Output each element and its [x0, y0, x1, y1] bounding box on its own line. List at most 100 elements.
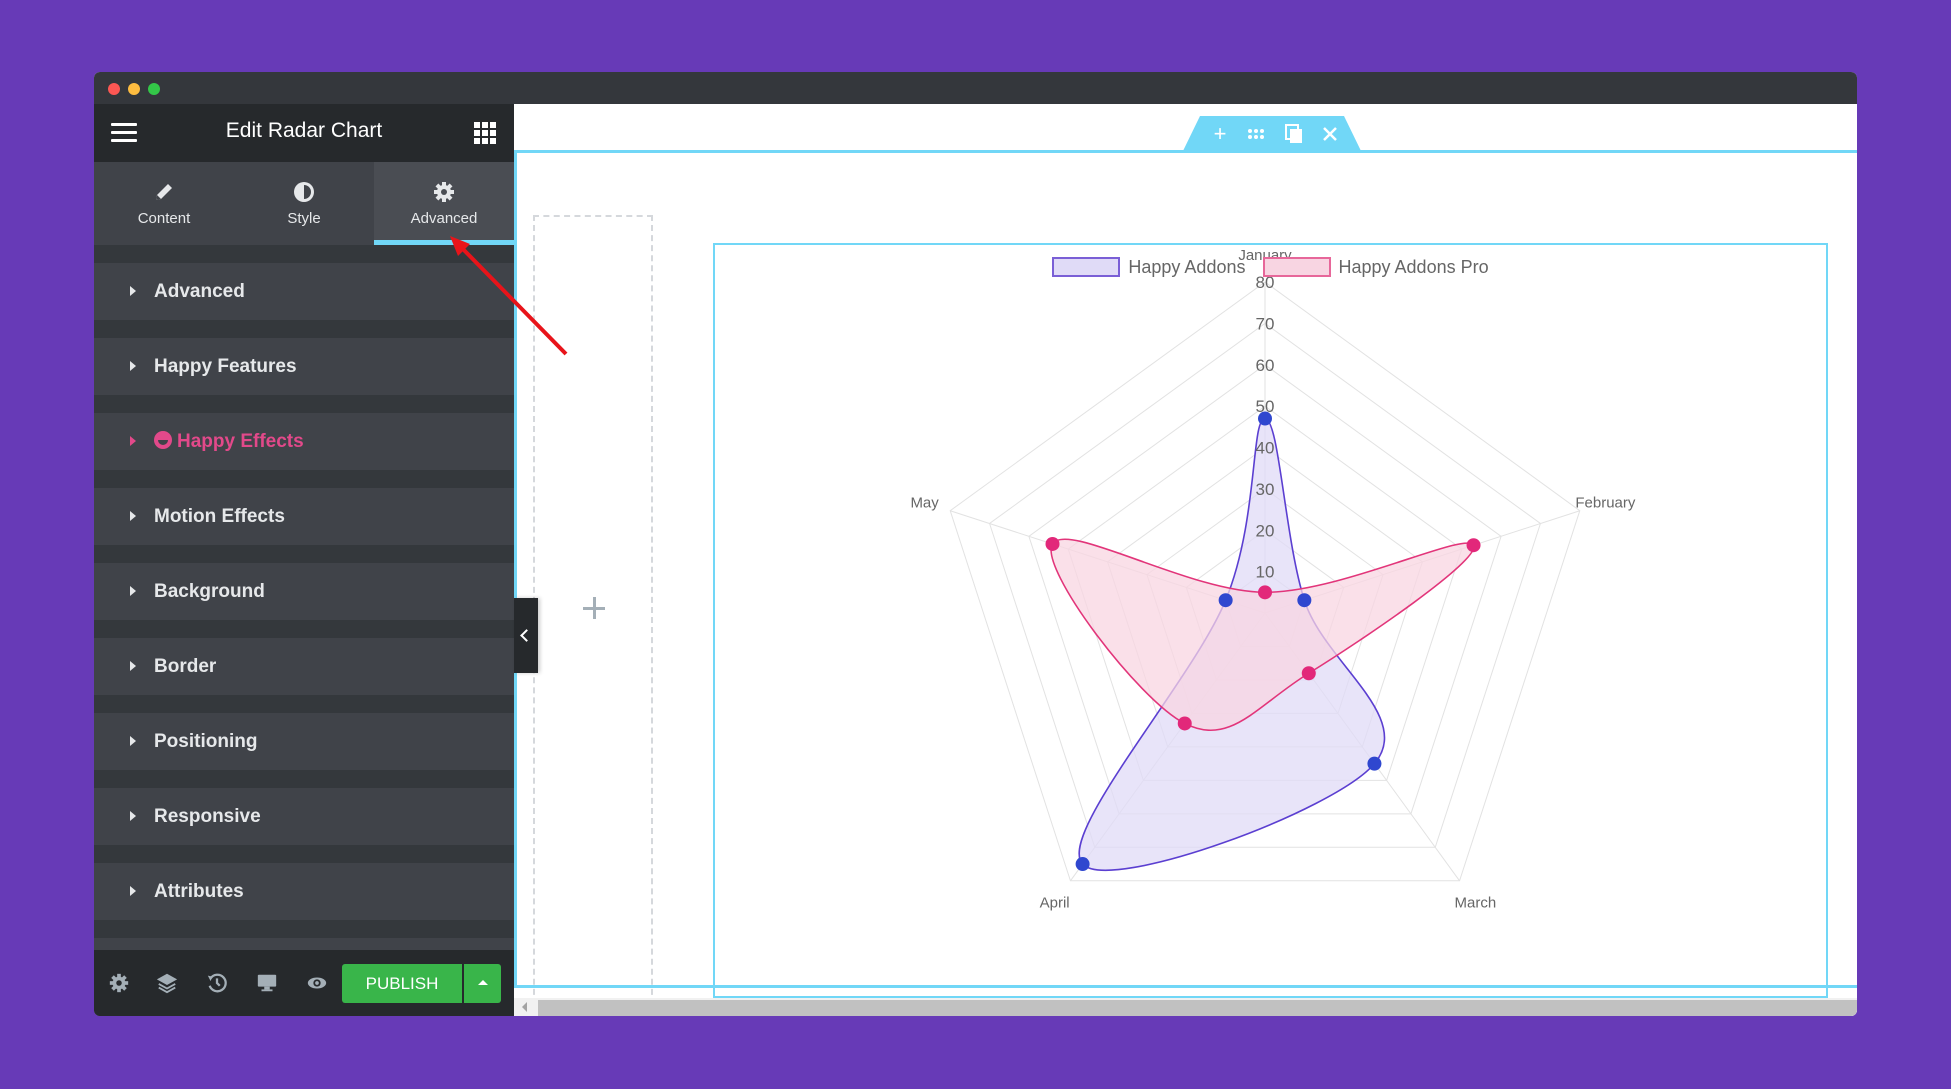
- empty-column[interactable]: [533, 215, 653, 1016]
- caret-right-icon: [130, 661, 136, 671]
- data-point: [1301, 666, 1316, 681]
- legend-item-happy-addons-pro[interactable]: Happy Addons Pro: [1262, 257, 1489, 278]
- section-label: Border: [154, 656, 217, 677]
- data-point: [1075, 857, 1090, 872]
- close-window-button[interactable]: [108, 83, 120, 95]
- caret-right-icon: [130, 811, 136, 821]
- section-toolbar: +: [1182, 116, 1362, 153]
- editor-section: 10 20 30 40 50 60 70 80 January February March Apri…: [514, 150, 1857, 1016]
- section-motion-effects[interactable]: Motion Effects: [94, 488, 514, 545]
- gear-icon: [434, 182, 454, 202]
- category-label: February: [1575, 494, 1636, 511]
- legend-swatch: [1262, 257, 1331, 277]
- radar-chart: 1020304050607080JanuaryFebruaryMarchApri…: [910, 247, 1636, 912]
- delete-close-icon[interactable]: [1318, 122, 1342, 146]
- sidebar-header: Edit Radar Chart: [94, 104, 514, 162]
- half-circle-icon: [294, 182, 314, 202]
- section-happy-features[interactable]: Happy Features: [94, 338, 514, 395]
- section-positioning[interactable]: Positioning: [94, 713, 514, 770]
- scrollbar-thumb[interactable]: [538, 1000, 1857, 1016]
- data-point: [1218, 593, 1233, 608]
- category-label: May: [910, 494, 939, 511]
- publish-options-button[interactable]: [464, 964, 501, 1003]
- section-responsive[interactable]: Responsive: [94, 788, 514, 845]
- responsive-mode-icon[interactable]: [256, 972, 278, 994]
- publish-button[interactable]: PUBLISH: [342, 964, 462, 1003]
- editor-sidebar: Edit Radar Chart Content Style Advanced …: [94, 104, 514, 1016]
- add-section-plus-icon[interactable]: +: [1208, 122, 1232, 146]
- tab-style[interactable]: Style: [234, 162, 374, 245]
- sidebar-footer: PUBLISH: [94, 950, 514, 1016]
- category-label: March: [1455, 895, 1497, 912]
- caret-right-icon: [130, 886, 136, 896]
- radar-chart-widget[interactable]: 10 20 30 40 50 60 70 80 January February March Apri…: [713, 243, 1828, 998]
- section-label: Motion Effects: [154, 506, 285, 527]
- collapse-panel-button[interactable]: [514, 598, 538, 673]
- section-label-wrap: Happy Effects: [154, 431, 304, 453]
- dots-grid-icon: [1248, 129, 1264, 139]
- copy-icon: [1285, 124, 1302, 143]
- tick-label: 50: [1256, 397, 1275, 416]
- section-label: Attributes: [154, 881, 244, 902]
- duplicate-icon[interactable]: [1282, 122, 1306, 146]
- happy-effects-icon: [154, 431, 172, 449]
- section-label: Responsive: [154, 806, 261, 827]
- section-label: Advanced: [154, 281, 245, 302]
- panel-title: Edit Radar Chart: [225, 119, 383, 142]
- caret-right-icon: [130, 736, 136, 746]
- caret-right-icon: [130, 511, 136, 521]
- tick-label: 40: [1256, 439, 1275, 458]
- scroll-left-arrow-icon[interactable]: [522, 1002, 527, 1012]
- caret-right-icon: [130, 286, 136, 296]
- drag-handle-icon[interactable]: [1244, 122, 1268, 146]
- tab-label: Style: [287, 210, 321, 227]
- section-label: Happy Effects: [177, 431, 304, 452]
- chart-legend: Happy Addons Happy Addons Pro: [715, 257, 1826, 278]
- section-custom-css[interactable]: Custom CSS: [94, 938, 514, 950]
- tick-label: 70: [1256, 314, 1275, 333]
- horizontal-scrollbar[interactable]: [514, 998, 1857, 1016]
- caret-right-icon: [130, 361, 136, 371]
- tab-label: Advanced: [410, 210, 478, 227]
- tick-label: 10: [1256, 563, 1275, 582]
- caret-right-icon: [130, 586, 136, 596]
- tick-label: 20: [1256, 521, 1275, 540]
- history-icon[interactable]: [206, 972, 228, 994]
- legend-label: Happy Addons: [1128, 257, 1246, 277]
- section-label: Happy Features: [154, 356, 297, 377]
- minimize-window-button[interactable]: [128, 83, 140, 95]
- tick-label: 30: [1256, 480, 1275, 499]
- data-point: [1466, 538, 1481, 553]
- settings-icon[interactable]: [108, 972, 130, 994]
- widgets-grid-icon[interactable]: [474, 122, 496, 144]
- close-icon: [1323, 127, 1337, 141]
- preview-eye-icon[interactable]: [306, 972, 328, 994]
- tab-content[interactable]: Content: [94, 162, 234, 245]
- tab-label: Content: [137, 210, 191, 227]
- data-point: [1367, 756, 1382, 771]
- section-attributes[interactable]: Attributes: [94, 863, 514, 920]
- section-advanced[interactable]: Advanced: [94, 263, 514, 320]
- section-happy-effects[interactable]: Happy Effects: [94, 413, 514, 470]
- layers-icon[interactable]: [156, 972, 178, 994]
- panel-tabs: Content Style Advanced: [94, 162, 514, 245]
- add-widget-plus-icon[interactable]: [583, 597, 607, 621]
- data-point: [1258, 585, 1272, 600]
- section-background[interactable]: Background: [94, 563, 514, 620]
- legend-label: Happy Addons Pro: [1338, 257, 1489, 277]
- legend-swatch: [1052, 257, 1121, 277]
- data-point: [1297, 593, 1312, 608]
- title-bar: [94, 72, 1857, 104]
- browser-window: Edit Radar Chart Content Style Advanced …: [94, 72, 1857, 1016]
- pencil-icon: [156, 184, 172, 200]
- tick-label: 60: [1256, 356, 1275, 375]
- section-label: Background: [154, 581, 265, 602]
- data-point: [1045, 536, 1060, 551]
- maximize-window-button[interactable]: [148, 83, 160, 95]
- tab-advanced[interactable]: Advanced: [374, 162, 514, 245]
- section-list: Advanced Happy Features Happy Effects Mo…: [94, 245, 514, 950]
- legend-item-happy-addons[interactable]: Happy Addons: [1052, 257, 1245, 278]
- section-border[interactable]: Border: [94, 638, 514, 695]
- category-label: April: [1040, 895, 1070, 912]
- data-point: [1177, 716, 1192, 731]
